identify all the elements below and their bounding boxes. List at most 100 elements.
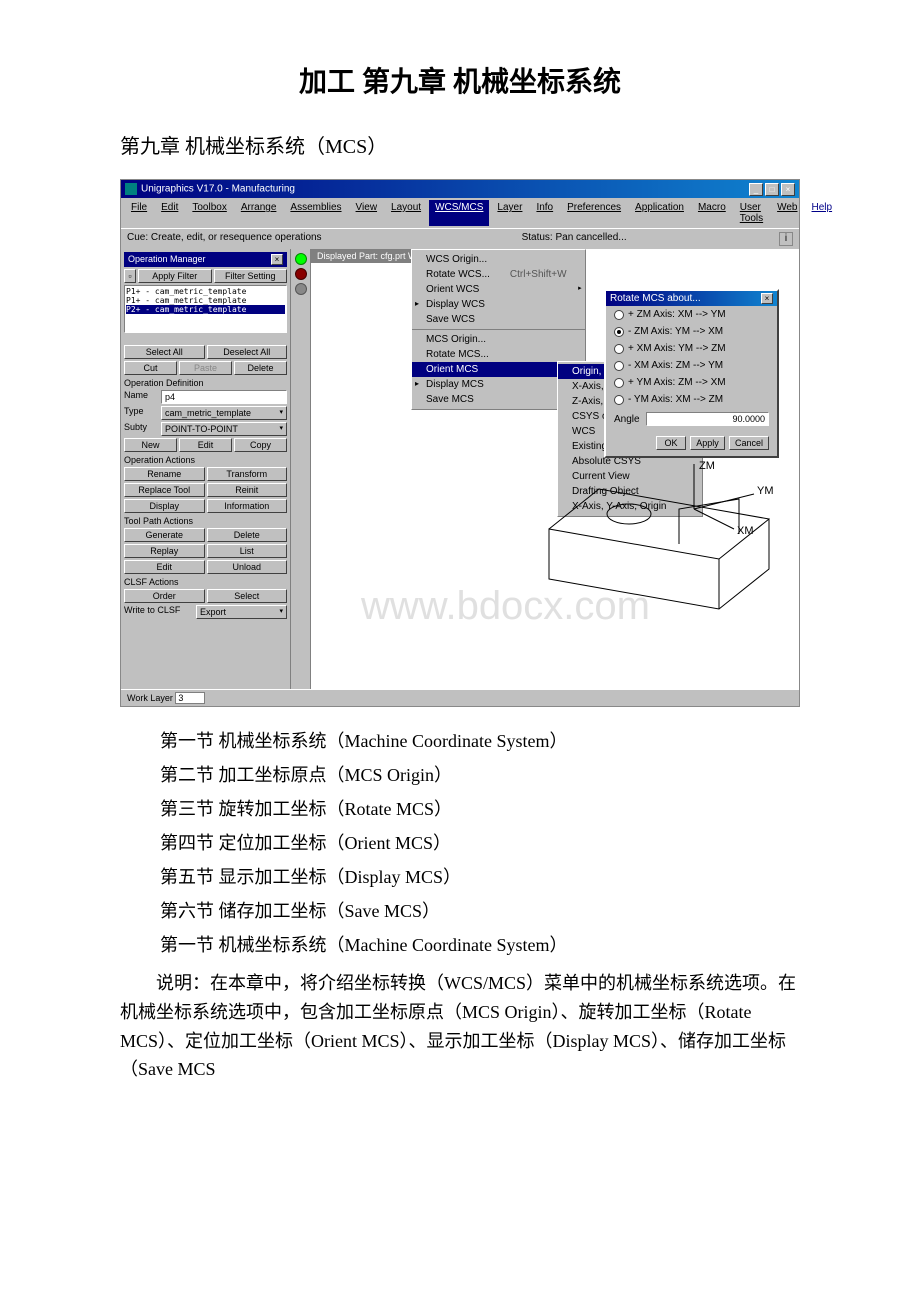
list-item[interactable]: P1+ - cam_metric_template bbox=[126, 287, 285, 296]
toc-item: 第一节 机械坐标系统（Machine Coordinate System） bbox=[160, 931, 840, 957]
list-item[interactable]: P1+ - cam_metric_template bbox=[126, 296, 285, 305]
menu-item-mcs-origin[interactable]: MCS Origin... bbox=[412, 329, 585, 347]
rename-button[interactable]: Rename bbox=[124, 467, 205, 481]
help-link[interactable]: Help bbox=[806, 200, 839, 226]
menu-arrange[interactable]: Arrange bbox=[235, 200, 283, 226]
graphics-canvas[interactable]: Displayed Part: cfg.prt Wo WCS Origin...… bbox=[311, 249, 799, 689]
work-layer-label: Work Layer bbox=[127, 693, 173, 703]
section-title: 第九章 机械坐标系统（MCS） bbox=[120, 130, 840, 159]
rotate-mcs-dialog: Rotate MCS about... × + ZM Axis: XM --> … bbox=[604, 289, 779, 458]
list-button[interactable]: List bbox=[207, 544, 288, 558]
menu-macro[interactable]: Macro bbox=[692, 200, 732, 226]
menu-edit[interactable]: Edit bbox=[155, 200, 184, 226]
menu-info[interactable]: Info bbox=[530, 200, 559, 226]
subtype-label: Subty bbox=[124, 422, 159, 436]
select-button[interactable]: Select bbox=[207, 589, 288, 603]
menu-wcs-mcs[interactable]: WCS/MCS bbox=[429, 200, 489, 226]
toc-item: 第五节 显示加工坐标（Display MCS） bbox=[160, 863, 840, 889]
menu-file[interactable]: File bbox=[125, 200, 153, 226]
maximize-icon[interactable]: □ bbox=[765, 183, 779, 196]
menu-user-tools[interactable]: User Tools bbox=[734, 200, 769, 226]
deselect-all-button[interactable]: Deselect All bbox=[207, 345, 288, 359]
new-button[interactable]: New bbox=[124, 438, 177, 452]
menu-item-wcs-origin[interactable]: WCS Origin... bbox=[412, 252, 585, 267]
svg-text:ZM: ZM bbox=[699, 460, 715, 472]
menu-layer[interactable]: Layer bbox=[491, 200, 528, 226]
subtype-dropdown[interactable]: POINT-TO-POINT▾ bbox=[161, 422, 287, 436]
menu-toolbox[interactable]: Toolbox bbox=[186, 200, 232, 226]
operation-manager-panel: Operation Manager × ▫ Apply Filter Filte… bbox=[121, 249, 291, 689]
apply-button[interactable]: Apply bbox=[690, 436, 725, 450]
canvas-title: Displayed Part: cfg.prt Wo bbox=[311, 249, 427, 263]
select-all-button[interactable]: Select All bbox=[124, 345, 205, 359]
radio-option[interactable]: + YM Axis: ZM --> XM bbox=[606, 374, 777, 391]
apply-filter-button[interactable]: Apply Filter bbox=[138, 269, 212, 283]
svg-text:XM: XM bbox=[737, 525, 754, 537]
name-input[interactable]: p4 bbox=[161, 390, 287, 404]
list-item[interactable]: P2+ - cam_metric_template bbox=[126, 305, 285, 314]
part-geometry: ZM YM XM bbox=[519, 459, 779, 659]
unload-button[interactable]: Unload bbox=[207, 560, 288, 574]
delete-button[interactable]: Delete bbox=[234, 361, 287, 375]
menu-item-rotate-wcs[interactable]: Rotate WCS...Ctrl+Shift+W bbox=[412, 267, 585, 282]
menu-item-save-wcs[interactable]: Save WCS bbox=[412, 312, 585, 327]
radio-option[interactable]: + XM Axis: YM --> ZM bbox=[606, 340, 777, 357]
transform-button[interactable]: Transform bbox=[207, 467, 288, 481]
menu-preferences[interactable]: Preferences bbox=[561, 200, 627, 226]
tp-delete-button[interactable]: Delete bbox=[207, 528, 288, 542]
menu-item-orient-wcs[interactable]: Orient WCS▸ bbox=[412, 282, 585, 297]
order-button[interactable]: Order bbox=[124, 589, 205, 603]
toc-item: 第二节 加工坐标原点（MCS Origin） bbox=[160, 761, 840, 787]
filter-setting-button[interactable]: Filter Setting bbox=[214, 269, 288, 283]
work-layer-input[interactable]: 3 bbox=[175, 692, 205, 704]
menu-assemblies[interactable]: Assemblies bbox=[284, 200, 347, 226]
menu-application[interactable]: Application bbox=[629, 200, 690, 226]
radio-option[interactable]: - YM Axis: XM --> ZM bbox=[606, 391, 777, 408]
minimize-icon[interactable]: _ bbox=[749, 183, 763, 196]
panel-close-icon[interactable]: × bbox=[271, 254, 283, 265]
radio-option[interactable]: + ZM Axis: XM --> YM bbox=[606, 306, 777, 323]
copy-button[interactable]: Copy bbox=[234, 438, 287, 452]
body-paragraph: 说明：在本章中，将介绍坐标转换（WCS/MCS）菜单中的机械坐标系统选项。在机械… bbox=[120, 969, 800, 1084]
filter-toggle[interactable]: ▫ bbox=[124, 269, 136, 283]
app-screenshot: Unigraphics V17.0 - Manufacturing _ □ × … bbox=[120, 179, 800, 707]
toc-item: 第三节 旋转加工坐标（Rotate MCS） bbox=[160, 795, 840, 821]
svg-text:YM: YM bbox=[757, 485, 774, 497]
replay-button[interactable]: Replay bbox=[124, 544, 205, 558]
status-light-green-icon bbox=[295, 253, 307, 265]
cancel-button[interactable]: Cancel bbox=[729, 436, 769, 450]
edit-button[interactable]: Edit bbox=[179, 438, 232, 452]
tool-indicator-strip bbox=[291, 249, 311, 689]
panel-title: Operation Manager × bbox=[124, 252, 287, 267]
replace-tool-button[interactable]: Replace Tool bbox=[124, 483, 205, 497]
radio-option[interactable]: - ZM Axis: YM --> XM bbox=[606, 323, 777, 340]
type-dropdown[interactable]: cam_metric_template▾ bbox=[161, 406, 287, 420]
menu-view[interactable]: View bbox=[350, 200, 384, 226]
generate-button[interactable]: Generate bbox=[124, 528, 205, 542]
info-icon[interactable]: i bbox=[779, 232, 793, 246]
radio-option[interactable]: - XM Axis: ZM --> YM bbox=[606, 357, 777, 374]
cue-bar: Cue: Create, edit, or resequence operati… bbox=[121, 228, 799, 249]
status-text: Pan cancelled... bbox=[555, 232, 626, 243]
clsf-label: CLSF Actions bbox=[124, 577, 287, 587]
ok-button[interactable]: OK bbox=[656, 436, 686, 450]
display-button[interactable]: Display bbox=[124, 499, 205, 513]
menu-layout[interactable]: Layout bbox=[385, 200, 427, 226]
angle-label: Angle bbox=[614, 414, 640, 425]
export-dropdown[interactable]: Export▾ bbox=[196, 605, 287, 619]
dialog-close-icon[interactable]: × bbox=[761, 293, 773, 304]
cut-button[interactable]: Cut bbox=[124, 361, 177, 375]
status-label: Status: bbox=[522, 232, 553, 243]
cue-text: Cue: Create, edit, or resequence operati… bbox=[127, 232, 322, 246]
close-icon[interactable]: × bbox=[781, 183, 795, 196]
reinit-button[interactable]: Reinit bbox=[207, 483, 288, 497]
tp-edit-button[interactable]: Edit bbox=[124, 560, 205, 574]
angle-input[interactable]: 90.0000 bbox=[646, 412, 769, 426]
toc-item: 第六节 储存加工坐标（Save MCS） bbox=[160, 897, 840, 923]
information-button[interactable]: Information bbox=[207, 499, 288, 513]
menu-item-display-wcs[interactable]: Display WCS bbox=[412, 297, 585, 312]
menu-web[interactable]: Web bbox=[771, 200, 803, 226]
menu-item-rotate-mcs[interactable]: Rotate MCS... bbox=[412, 347, 585, 362]
dialog-title: Rotate MCS about... × bbox=[606, 291, 777, 306]
operation-list[interactable]: P1+ - cam_metric_template P1+ - cam_metr… bbox=[124, 285, 287, 333]
